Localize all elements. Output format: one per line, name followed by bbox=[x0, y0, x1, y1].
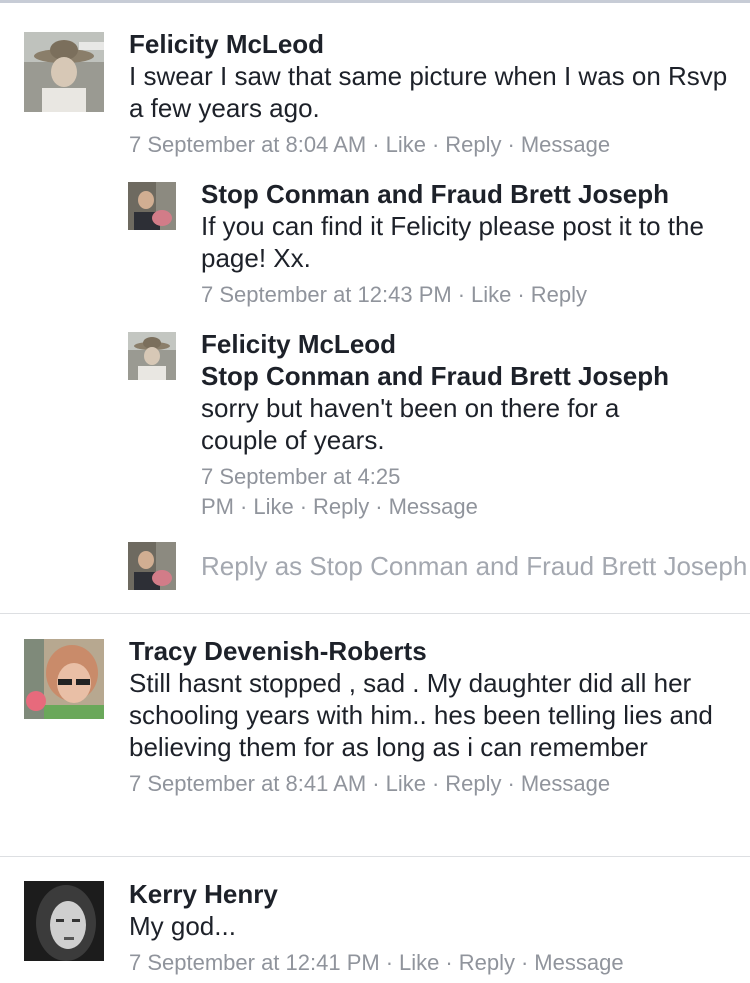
separator: · bbox=[385, 950, 394, 975]
comment: Felicity McLeod I swear I saw that same … bbox=[129, 28, 729, 160]
like-button[interactable]: Like bbox=[386, 132, 426, 157]
comment-meta: 7 September at 8:41 AM · Like · Reply · Messag… bbox=[129, 769, 729, 799]
avatar[interactable] bbox=[128, 182, 176, 230]
separator: · bbox=[520, 950, 529, 975]
message-button[interactable]: Message bbox=[534, 950, 623, 975]
divider bbox=[0, 613, 750, 614]
comment-author[interactable]: Tracy Devenish-Roberts bbox=[129, 635, 729, 667]
comment: Kerry Henry My god... 7 September at 12:… bbox=[129, 878, 729, 978]
like-button[interactable]: Like bbox=[471, 282, 511, 307]
separator: · bbox=[431, 132, 440, 157]
separator: · bbox=[372, 132, 380, 157]
reply-button[interactable]: Reply bbox=[531, 282, 587, 307]
reply-button[interactable]: Reply bbox=[313, 494, 369, 519]
comment-meta: 7 September at 12:41 PM · Like · Reply · Messa… bbox=[129, 948, 729, 978]
separator: · bbox=[507, 132, 515, 157]
comment-author[interactable]: Stop Conman and Fraud Brett Joseph bbox=[201, 178, 741, 210]
top-border bbox=[0, 0, 750, 3]
avatar[interactable] bbox=[24, 32, 104, 112]
comment-text: I swear I saw that same picture when I w… bbox=[129, 61, 728, 123]
mention-link[interactable]: Stop Conman and Fraud Brett Joseph bbox=[201, 360, 731, 392]
comment-meta: 7 September at 4:25 PM · Like · Reply · Messag… bbox=[201, 462, 671, 522]
avatar bbox=[128, 542, 176, 590]
reply-button[interactable]: Reply bbox=[445, 771, 501, 796]
comment-text: sorry but haven't been on there for a co… bbox=[201, 393, 620, 455]
reply-button[interactable]: Reply bbox=[459, 950, 515, 975]
separator: · bbox=[372, 771, 380, 796]
comment-text: My god... bbox=[129, 911, 236, 941]
comment-text: If you can find it Felicity please post … bbox=[201, 211, 704, 273]
separator: · bbox=[517, 282, 525, 307]
comment-time[interactable]: 7 September at 12:43 PM bbox=[201, 282, 452, 307]
reply-input[interactable]: Reply as Stop Conman and Fraud Brett Jos… bbox=[201, 550, 750, 582]
message-button[interactable]: Message bbox=[521, 132, 610, 157]
separator: · bbox=[375, 494, 383, 519]
separator: · bbox=[507, 771, 515, 796]
reply: Stop Conman and Fraud Brett Joseph If yo… bbox=[201, 178, 741, 310]
message-button[interactable]: Message bbox=[389, 494, 478, 519]
like-button[interactable]: Like bbox=[399, 950, 439, 975]
comment-time[interactable]: 7 September at 12:41 PM bbox=[129, 950, 380, 975]
message-button[interactable]: Message bbox=[521, 771, 610, 796]
avatar[interactable] bbox=[24, 639, 104, 719]
like-button[interactable]: Like bbox=[253, 494, 293, 519]
comment-time[interactable]: 7 September at 8:41 AM bbox=[129, 771, 366, 796]
separator: · bbox=[240, 494, 248, 519]
separator: · bbox=[445, 950, 453, 975]
comment-meta: 7 September at 8:04 AM · Like · Reply · Messag… bbox=[129, 130, 729, 160]
comment-author[interactable]: Kerry Henry bbox=[129, 878, 729, 910]
like-button[interactable]: Like bbox=[386, 771, 426, 796]
separator: · bbox=[431, 771, 440, 796]
comment-author[interactable]: Felicity McLeod bbox=[201, 328, 731, 360]
comment-author[interactable]: Felicity McLeod bbox=[129, 28, 729, 60]
avatar[interactable] bbox=[24, 881, 104, 961]
separator: · bbox=[457, 282, 466, 307]
comment-time[interactable]: 7 September at 8:04 AM bbox=[129, 132, 366, 157]
comment-text: Still hasnt stopped , sad . My daughter … bbox=[129, 668, 713, 762]
comment-meta: 7 September at 12:43 PM · Like · Reply bbox=[201, 280, 741, 310]
separator: · bbox=[299, 494, 308, 519]
divider bbox=[0, 856, 750, 857]
reply: Felicity McLeod Stop Conman and Fraud Br… bbox=[201, 328, 731, 522]
comment: Tracy Devenish-Roberts Still hasnt stopp… bbox=[129, 635, 729, 799]
avatar[interactable] bbox=[128, 332, 176, 380]
reply-button[interactable]: Reply bbox=[445, 132, 501, 157]
